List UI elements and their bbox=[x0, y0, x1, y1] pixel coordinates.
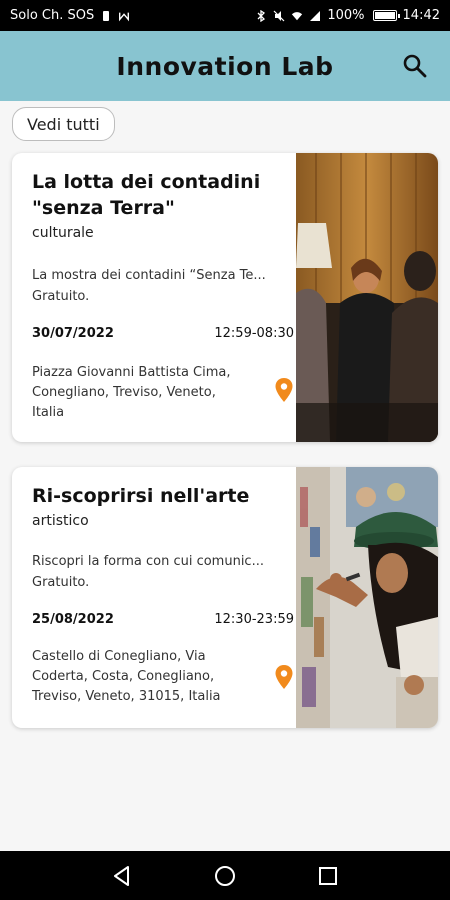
navigation-bar bbox=[0, 851, 450, 900]
event-description-line: Riscopri la forma con cui comunic... bbox=[32, 554, 264, 569]
clock: 14:42 bbox=[402, 8, 440, 23]
event-time: 12:59-08:30 bbox=[214, 326, 294, 341]
event-address-line: Treviso, Veneto, 31015, Italia bbox=[32, 689, 221, 704]
app-title: Innovation Lab bbox=[116, 51, 334, 81]
wifi-icon bbox=[292, 11, 303, 20]
event-time: 12:30-23:59 bbox=[214, 612, 294, 627]
battery-percent: 100% bbox=[327, 8, 365, 23]
event-card-info: La lotta dei contadini "senza Terra" cul… bbox=[32, 153, 294, 442]
back-icon[interactable] bbox=[110, 864, 134, 888]
location-pin-icon[interactable] bbox=[274, 664, 294, 690]
event-address: Piazza Giovanni Battista Cima, Coneglian… bbox=[32, 363, 257, 423]
event-description-line: La mostra dei contadini “Senza Te... bbox=[32, 268, 266, 283]
event-schedule: 25/08/2022 12:30-23:59 bbox=[32, 612, 294, 627]
event-address: Castello di Conegliano, Via Coderta, Cos… bbox=[32, 647, 257, 707]
nfc-icon bbox=[119, 12, 130, 21]
event-date: 25/08/2022 bbox=[32, 612, 114, 627]
event-description: La mostra dei contadini “Senza Te... Gra… bbox=[32, 265, 294, 307]
event-date: 30/07/2022 bbox=[32, 326, 114, 341]
event-card[interactable]: Ri-scoprirsi nell'arte artistico Riscopr… bbox=[12, 467, 438, 728]
event-list: Vedi tutti La lotta dei contadini "senza… bbox=[0, 101, 450, 851]
event-title: La lotta dei contadini "senza Terra" bbox=[32, 169, 294, 221]
see-all-chip[interactable]: Vedi tutti bbox=[12, 107, 115, 141]
event-schedule: 30/07/2022 12:59-08:30 bbox=[32, 326, 294, 341]
event-category: artistico bbox=[32, 513, 89, 529]
home-icon[interactable] bbox=[213, 864, 237, 888]
event-image bbox=[296, 467, 438, 728]
event-title: Ri-scoprirsi nell'arte bbox=[32, 485, 250, 507]
carrier-label: Solo Ch. SOS bbox=[10, 8, 95, 23]
event-card-info: Ri-scoprirsi nell'arte artistico Riscopr… bbox=[32, 467, 294, 728]
event-title-line: "senza Terra" bbox=[32, 197, 175, 219]
mute-icon bbox=[273, 10, 285, 21]
battery-icon bbox=[372, 10, 400, 21]
signal-icon bbox=[310, 10, 321, 21]
bluetooth-icon bbox=[257, 9, 266, 22]
event-image bbox=[296, 153, 438, 442]
sim-icon bbox=[103, 10, 110, 21]
event-address-line: Italia bbox=[32, 405, 65, 420]
event-category: culturale bbox=[32, 225, 94, 241]
app-bar: Innovation Lab bbox=[0, 31, 450, 101]
location-pin-icon[interactable] bbox=[274, 377, 294, 403]
status-bar: Solo Ch. SOS 100% 14:42 bbox=[0, 0, 450, 31]
event-price: Gratuito. bbox=[32, 575, 90, 590]
event-description: Riscopri la forma con cui comunic... Gra… bbox=[32, 551, 294, 593]
recents-icon[interactable] bbox=[316, 864, 340, 888]
event-card[interactable]: La lotta dei contadini "senza Terra" cul… bbox=[12, 153, 438, 442]
search-icon[interactable] bbox=[402, 53, 428, 79]
event-address-line: Coderta, Costa, Conegliano, bbox=[32, 669, 215, 684]
event-address-line: Piazza Giovanni Battista Cima, bbox=[32, 365, 231, 380]
event-address-line: Conegliano, Treviso, Veneto, bbox=[32, 385, 216, 400]
event-title-line: La lotta dei contadini bbox=[32, 171, 261, 193]
event-price: Gratuito. bbox=[32, 289, 90, 304]
event-address-line: Castello di Conegliano, Via bbox=[32, 649, 206, 664]
